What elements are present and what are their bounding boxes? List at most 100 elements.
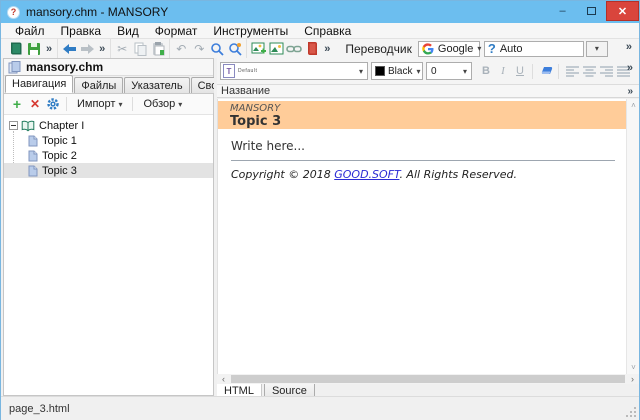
- import-button[interactable]: Импорт ▾: [71, 96, 128, 112]
- translator-group: Переводчик Google ▾ ? Auto ▾: [339, 41, 608, 57]
- copyright-prefix: Copyright © 2018: [231, 168, 334, 181]
- overflow-icon[interactable]: »: [624, 86, 636, 97]
- banner-topic-title: Topic 3: [230, 114, 626, 129]
- add-topic-button[interactable]: +: [8, 95, 26, 113]
- project-panel: mansory.chm Навигация Файлы Указатель Св…: [3, 58, 214, 396]
- tree-node-label: Topic 2: [42, 150, 77, 162]
- titlebar: ? mansory.chm - MANSORY – ✕: [1, 1, 639, 23]
- topic-page-icon: [28, 135, 38, 147]
- browse-button[interactable]: Обзор ▾: [137, 96, 188, 112]
- close-button[interactable]: ✕: [606, 1, 639, 21]
- horizontal-rule: [231, 160, 615, 161]
- overflow-icon[interactable]: »: [624, 62, 636, 74]
- navigation-actions: + ✕ Импорт ▾ Обзор ▾: [4, 94, 213, 115]
- scroll-right-icon[interactable]: ›: [626, 374, 639, 384]
- menu-file[interactable]: Файл: [7, 23, 53, 38]
- menu-format[interactable]: Формат: [147, 23, 206, 38]
- bold-button[interactable]: B: [478, 63, 494, 80]
- menu-help[interactable]: Справка: [296, 23, 359, 38]
- cut-icon[interactable]: ✂: [113, 40, 131, 57]
- tree-node-topic-3-selected[interactable]: Topic 3: [4, 163, 213, 178]
- color-swatch: [375, 66, 385, 76]
- new-project-icon[interactable]: [7, 40, 25, 57]
- scrollbar-thumb[interactable]: [231, 375, 625, 383]
- resize-grip-icon[interactable]: [625, 406, 637, 418]
- undo-icon[interactable]: ↶: [172, 40, 190, 57]
- insert-image-icon[interactable]: [249, 40, 267, 57]
- topic-banner: MANSORY Topic 3: [218, 101, 626, 129]
- translator-engine-select[interactable]: Google ▾: [418, 41, 480, 57]
- overflow-icon[interactable]: »: [623, 41, 635, 53]
- search-icon[interactable]: [208, 40, 226, 57]
- paste-icon[interactable]: [149, 40, 167, 57]
- search-replace-icon[interactable]: [226, 40, 244, 57]
- chevron-down-icon: ▾: [178, 100, 182, 109]
- collapse-icon[interactable]: [9, 121, 18, 130]
- save-icon[interactable]: [25, 40, 43, 57]
- project-header: mansory.chm: [4, 59, 213, 76]
- translator-language-dropdown-button[interactable]: ▾: [586, 41, 608, 57]
- topic-body-text[interactable]: Write here...: [231, 139, 305, 153]
- tree-node-topic-1[interactable]: Topic 1: [4, 133, 213, 148]
- divider: [532, 64, 533, 79]
- bookmark-icon[interactable]: [303, 40, 321, 57]
- tab-navigation[interactable]: Навигация: [5, 75, 73, 93]
- minimize-button[interactable]: –: [548, 1, 577, 21]
- scroll-up-icon[interactable]: ˄: [627, 99, 640, 112]
- translator-language-select[interactable]: ? Auto: [484, 41, 584, 57]
- tab-index[interactable]: Указатель: [124, 77, 189, 93]
- translator-language-value: Auto: [500, 43, 523, 55]
- google-icon: [422, 43, 434, 55]
- overflow-icon[interactable]: »: [43, 43, 55, 55]
- window-title: mansory.chm - MANSORY: [26, 5, 168, 19]
- redo-icon[interactable]: ↷: [190, 40, 208, 57]
- format-toolbar: T Default ▾ Black ▾ 0 ▾ B I: [217, 58, 639, 85]
- font-size-select[interactable]: 0 ▾: [426, 62, 472, 80]
- topic-page-icon: [28, 165, 38, 177]
- menu-view[interactable]: Вид: [109, 23, 147, 38]
- scroll-down-icon[interactable]: ˅: [627, 361, 640, 374]
- horizontal-scrollbar[interactable]: ‹ ›: [217, 374, 639, 384]
- link-icon[interactable]: [285, 40, 303, 57]
- menu-tools[interactable]: Инструменты: [205, 23, 296, 38]
- topics-tree: Chapter I Topic 1 Topic 2: [4, 115, 213, 178]
- scroll-left-icon[interactable]: ‹: [217, 374, 230, 384]
- copy-icon[interactable]: [131, 40, 149, 57]
- tree-node-label: Topic 1: [42, 135, 77, 147]
- wysiwyg-editor[interactable]: MANSORY Topic 3 Write here... Copyright …: [217, 99, 639, 374]
- menu-edit[interactable]: Правка: [53, 23, 110, 38]
- align-right-icon[interactable]: [598, 63, 614, 80]
- editor-panel: T Default ▾ Black ▾ 0 ▾ B I: [217, 58, 639, 396]
- eraser-icon[interactable]: [538, 63, 554, 80]
- auto-detect-icon: ?: [488, 41, 496, 56]
- font-color-value: Black: [388, 66, 412, 77]
- copyright-suffix: . All Rights Reserved.: [399, 168, 517, 181]
- divider: [66, 97, 67, 111]
- italic-button[interactable]: I: [495, 63, 511, 80]
- vertical-scrollbar[interactable]: ˄ ˅: [626, 99, 639, 374]
- forward-icon[interactable]: [78, 40, 96, 57]
- divider: [558, 64, 559, 79]
- font-family-select[interactable]: T Default ▾: [220, 62, 368, 80]
- image-icon[interactable]: [267, 40, 285, 57]
- tree-node-topic-2[interactable]: Topic 2: [4, 148, 213, 163]
- settings-gear-icon[interactable]: [44, 95, 62, 113]
- align-center-icon[interactable]: [581, 63, 597, 80]
- chevron-down-icon: ▾: [118, 100, 122, 109]
- divider: [132, 97, 133, 111]
- font-preview-icon: T: [223, 64, 235, 78]
- copyright-link[interactable]: GOOD.SOFT: [334, 168, 399, 181]
- maximize-button[interactable]: [577, 1, 606, 21]
- tab-files[interactable]: Файлы: [74, 77, 123, 93]
- overflow-icon[interactable]: »: [96, 43, 108, 55]
- underline-button[interactable]: U: [512, 63, 528, 80]
- align-left-icon[interactable]: [564, 63, 580, 80]
- chapter-book-icon: [21, 120, 35, 132]
- tree-node-chapter[interactable]: Chapter I: [4, 118, 213, 133]
- delete-topic-button[interactable]: ✕: [26, 95, 44, 113]
- topic-title-header-label: Название: [217, 85, 270, 97]
- back-icon[interactable]: [60, 40, 78, 57]
- font-color-select[interactable]: Black ▾: [371, 62, 423, 80]
- status-filename: page_3.html: [1, 403, 70, 415]
- overflow-icon[interactable]: »: [321, 43, 333, 55]
